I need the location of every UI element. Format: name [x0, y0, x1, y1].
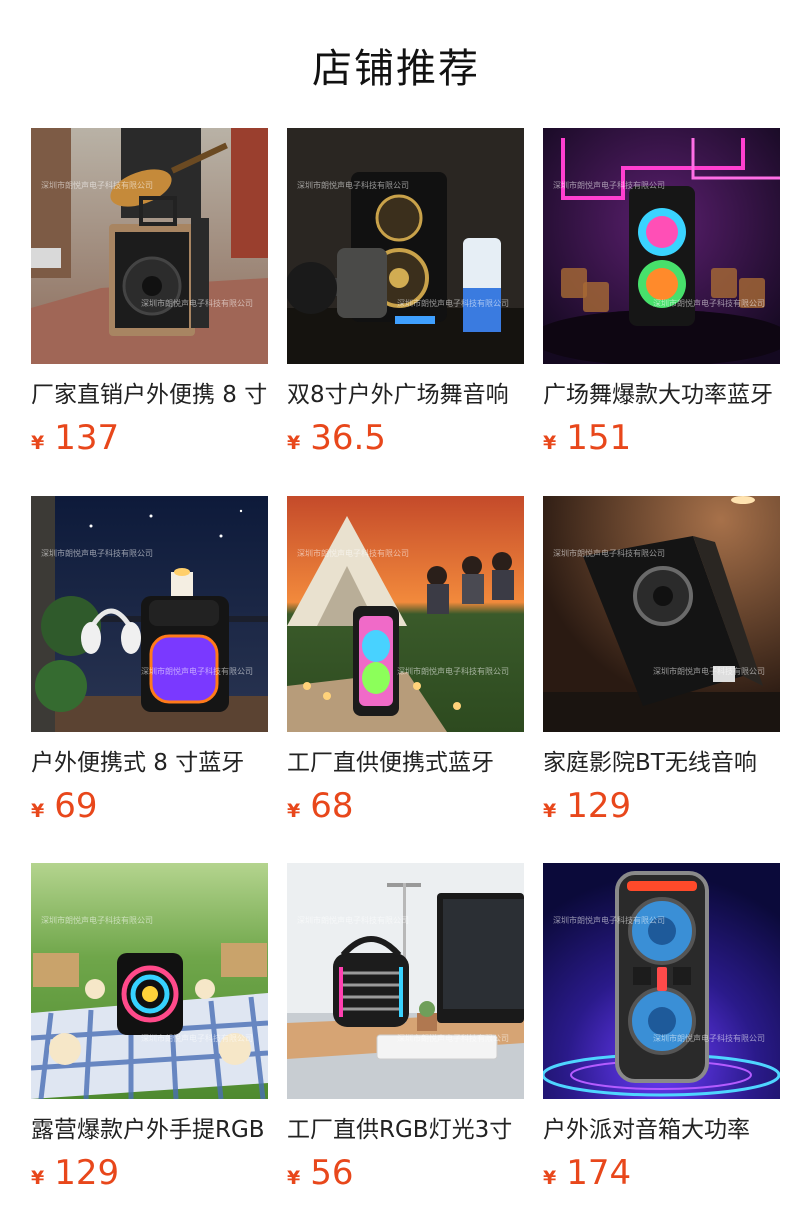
product-price: ¥129 [543, 786, 631, 826]
price-amount: 36.5 [310, 418, 386, 458]
currency-symbol: ¥ [287, 800, 301, 822]
product-card[interactable]: 深圳市朗悦声电子科技有限公司 深圳市朗悦声电子科技有限公司 户外便携式 8 寸蓝… [31, 496, 268, 836]
currency-symbol: ¥ [31, 432, 45, 454]
product-price: ¥151 [543, 418, 631, 458]
balcony-night-speaker-image[interactable]: 深圳市朗悦声电子科技有限公司 深圳市朗悦声电子科技有限公司 [31, 496, 268, 732]
product-name[interactable]: 厂家直销户外便携 8 寸 [31, 380, 268, 412]
product-price: ¥129 [31, 1153, 119, 1193]
product-name[interactable]: 工厂直供便携式蓝牙 [287, 748, 524, 780]
party-tower-speaker-image[interactable]: 深圳市朗悦声电子科技有限公司 深圳市朗悦声电子科技有限公司 [543, 863, 780, 1099]
currency-symbol: ¥ [543, 800, 557, 822]
gym-speaker-image[interactable]: 深圳市朗悦声电子科技有限公司 深圳市朗悦声电子科技有限公司 [287, 128, 524, 364]
product-card[interactable]: 深圳市朗悦声电子科技有限公司 深圳市朗悦声电子科技有限公司 露营爆款户外手提RG… [31, 863, 268, 1203]
desk-retro-speaker-image[interactable]: 深圳市朗悦声电子科技有限公司 深圳市朗悦声电子科技有限公司 [287, 863, 524, 1099]
product-name[interactable]: 家庭影院BT无线音响 [543, 748, 780, 780]
section-title: 店铺推荐 [312, 46, 480, 92]
product-card[interactable]: 深圳市朗悦声电子科技有限公司 深圳市朗悦声电子科技有限公司 双8寸户外广场舞音响… [287, 128, 524, 468]
product-name[interactable]: 户外便携式 8 寸蓝牙 [31, 748, 268, 780]
product-name[interactable]: 户外派对音箱大功率 [543, 1115, 780, 1147]
product-price: ¥56 [287, 1153, 354, 1193]
product-price: ¥36.5 [287, 418, 386, 458]
price-amount: 129 [566, 786, 632, 826]
product-name[interactable]: 工厂直供RGB灯光3寸 [287, 1115, 524, 1147]
currency-symbol: ¥ [287, 432, 301, 454]
currency-symbol: ¥ [287, 1167, 301, 1189]
product-price: ¥69 [31, 786, 98, 826]
product-name[interactable]: 露营爆款户外手提RGB [31, 1115, 268, 1147]
product-price: ¥68 [287, 786, 354, 826]
price-amount: 68 [310, 786, 354, 826]
picnic-rgb-speaker-image[interactable]: 深圳市朗悦声电子科技有限公司 深圳市朗悦声电子科技有限公司 [31, 863, 268, 1099]
currency-symbol: ¥ [31, 800, 45, 822]
price-amount: 151 [566, 418, 632, 458]
street-busker-speaker-image[interactable]: 深圳市朗悦声电子科技有限公司 深圳市朗悦声电子科技有限公司 [31, 128, 268, 364]
product-card[interactable]: 深圳市朗悦声电子科技有限公司 深圳市朗悦声电子科技有限公司 工厂直供RGB灯光3… [287, 863, 524, 1203]
currency-symbol: ¥ [543, 1167, 557, 1189]
product-price: ¥174 [543, 1153, 631, 1193]
product-price: ¥137 [31, 418, 119, 458]
currency-symbol: ¥ [31, 1167, 45, 1189]
product-card[interactable]: 深圳市朗悦声电子科技有限公司 深圳市朗悦声电子科技有限公司 广场舞爆款大功率蓝牙… [543, 128, 780, 468]
price-amount: 69 [54, 786, 98, 826]
price-amount: 174 [566, 1153, 632, 1193]
product-card[interactable]: 深圳市朗悦声电子科技有限公司 深圳市朗悦声电子科技有限公司 家庭影院BT无线音响… [543, 496, 780, 836]
currency-symbol: ¥ [543, 432, 557, 454]
neon-party-speaker-image[interactable]: 深圳市朗悦声电子科技有限公司 深圳市朗悦声电子科技有限公司 [543, 128, 780, 364]
product-card[interactable]: 深圳市朗悦声电子科技有限公司 深圳市朗悦声电子科技有限公司 户外派对音箱大功率 … [543, 863, 780, 1203]
home-theater-speaker-image[interactable]: 深圳市朗悦声电子科技有限公司 深圳市朗悦声电子科技有限公司 [543, 496, 780, 732]
product-card[interactable]: 深圳市朗悦声电子科技有限公司 深圳市朗悦声电子科技有限公司 厂家直销户外便携 8… [31, 128, 268, 468]
product-name[interactable]: 双8寸户外广场舞音响 [287, 380, 524, 412]
camping-sunset-speaker-image[interactable]: 深圳市朗悦声电子科技有限公司 深圳市朗悦声电子科技有限公司 [287, 496, 524, 732]
product-card[interactable]: 深圳市朗悦声电子科技有限公司 深圳市朗悦声电子科技有限公司 工厂直供便携式蓝牙 … [287, 496, 524, 836]
price-amount: 137 [54, 418, 120, 458]
product-name[interactable]: 广场舞爆款大功率蓝牙 [543, 380, 780, 412]
price-amount: 129 [54, 1153, 120, 1193]
price-amount: 56 [310, 1153, 354, 1193]
